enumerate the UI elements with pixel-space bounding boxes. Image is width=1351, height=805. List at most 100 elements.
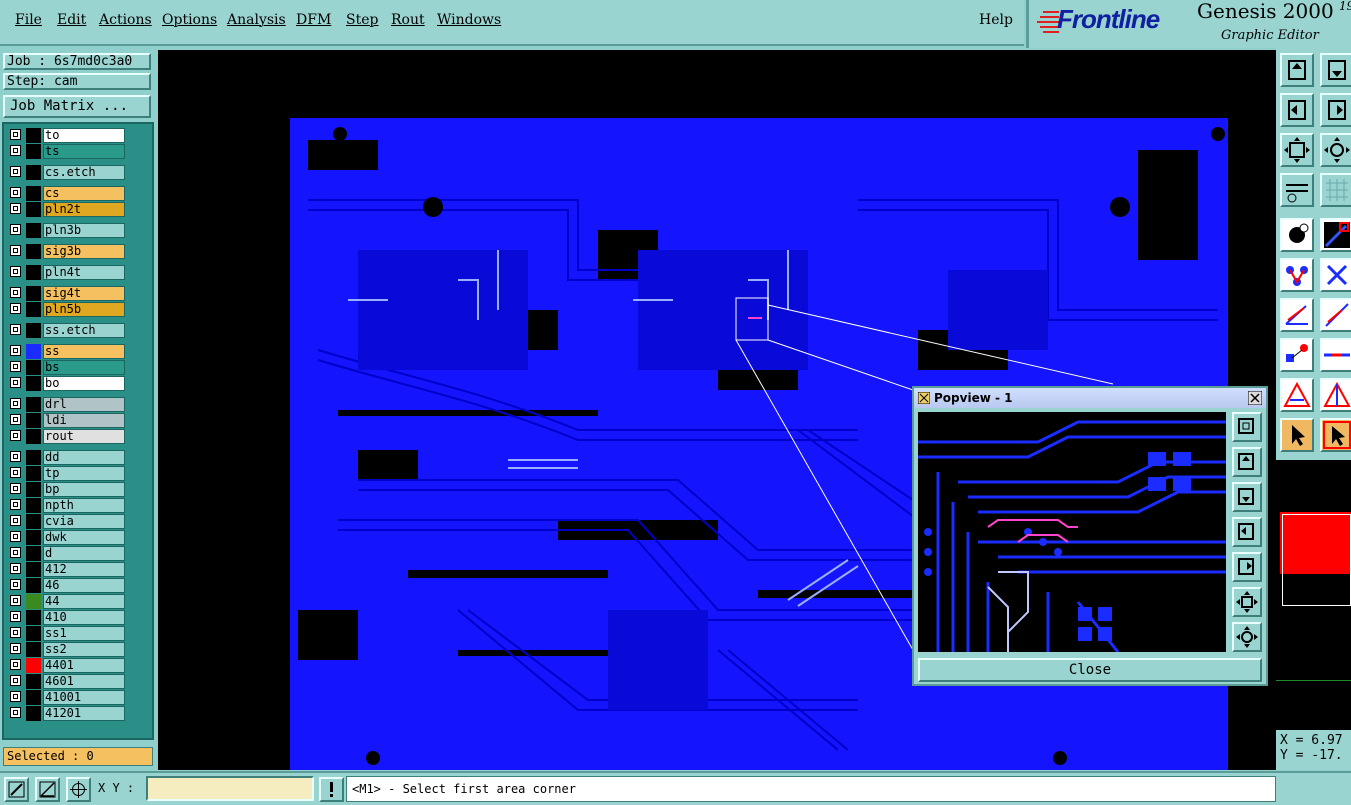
layer-name[interactable]: ss2 (43, 642, 125, 657)
popview-up-button[interactable] (1232, 447, 1262, 477)
layer-checkbox[interactable] (10, 224, 21, 235)
grid-snap-button[interactable] (66, 777, 91, 802)
layer-name[interactable]: pln5b (43, 302, 125, 317)
zoom-up-button[interactable] (1280, 53, 1314, 87)
layer-checkbox[interactable] (10, 203, 21, 214)
measure-button[interactable] (1280, 173, 1314, 207)
popview-zoom-button[interactable] (1232, 412, 1262, 442)
layer-color-swatch[interactable] (26, 562, 41, 577)
layer-row[interactable]: 4401 (9, 658, 127, 673)
layer-name[interactable]: pln4t (43, 265, 125, 280)
layer-color-swatch[interactable] (26, 144, 41, 159)
layer-color-swatch[interactable] (26, 530, 41, 545)
layer-checkbox[interactable] (10, 166, 21, 177)
layer-row[interactable]: ss.etch (9, 323, 127, 338)
menu-analysis[interactable]: Analysis (227, 12, 286, 28)
menu-windows[interactable]: Windows (437, 12, 501, 28)
layer-name[interactable]: to (43, 128, 125, 143)
layer-name[interactable]: ss (43, 344, 125, 359)
layer-checkbox[interactable] (10, 579, 21, 590)
layer-checkbox[interactable] (10, 414, 21, 425)
popview-titlebar[interactable]: Popview - 1 (914, 388, 1266, 408)
layer-color-swatch[interactable] (26, 642, 41, 657)
layer-name[interactable]: ss1 (43, 626, 125, 641)
layer-row[interactable]: 41001 (9, 690, 127, 705)
layer-row[interactable]: 46 (9, 578, 127, 593)
overview-map[interactable] (1276, 460, 1351, 730)
menu-options[interactable]: Options (162, 12, 217, 28)
layer-row[interactable]: ss2 (9, 642, 127, 657)
layer-color-swatch[interactable] (26, 498, 41, 513)
layer-color-swatch[interactable] (26, 690, 41, 705)
layer-checkbox[interactable] (10, 547, 21, 558)
layer-row[interactable]: pln5b (9, 302, 127, 317)
layer-checkbox[interactable] (10, 483, 21, 494)
zoom-fit-button[interactable] (1280, 133, 1314, 167)
layer-checkbox[interactable] (10, 499, 21, 510)
layer-color-swatch[interactable] (26, 223, 41, 238)
layer-color-swatch[interactable] (26, 323, 41, 338)
triangle-tool-button[interactable] (1280, 378, 1314, 412)
layer-color-swatch[interactable] (26, 302, 41, 317)
layer-checkbox[interactable] (10, 515, 21, 526)
menu-file[interactable]: File (15, 12, 42, 28)
layer-color-swatch[interactable] (26, 413, 41, 428)
layer-name[interactable]: 41001 (43, 690, 125, 705)
menu-rout[interactable]: Rout (391, 12, 425, 28)
layer-row[interactable]: ss (9, 344, 127, 359)
popview-right-button[interactable] (1232, 552, 1262, 582)
layer-name[interactable]: 44 (43, 594, 125, 609)
layer-color-swatch[interactable] (26, 244, 41, 259)
layer-row[interactable]: pln2t (9, 202, 127, 217)
layer-row[interactable]: cs (9, 186, 127, 201)
layer-row[interactable]: drl (9, 397, 127, 412)
layer-name[interactable]: rout (43, 429, 125, 444)
job-matrix-button[interactable]: Job Matrix ... (3, 95, 151, 118)
layer-name[interactable]: sig3b (43, 244, 125, 259)
pad-tool-button[interactable] (1280, 218, 1314, 252)
select-pointer-button[interactable] (1280, 418, 1314, 452)
layer-row[interactable]: npth (9, 498, 127, 513)
layer-checkbox[interactable] (10, 691, 21, 702)
menu-edit[interactable]: Edit (57, 12, 86, 28)
layer-checkbox[interactable] (10, 707, 21, 718)
menu-step[interactable]: Step (346, 12, 378, 28)
layer-color-swatch[interactable] (26, 265, 41, 280)
layer-name[interactable]: 410 (43, 610, 125, 625)
layer-row[interactable]: cs.etch (9, 165, 127, 180)
layer-name[interactable]: 46 (43, 578, 125, 593)
layer-row[interactable]: bs (9, 360, 127, 375)
layer-row[interactable]: dd (9, 450, 127, 465)
layer-name[interactable]: ts (43, 144, 125, 159)
layer-name[interactable]: dwk (43, 530, 125, 545)
layer-name[interactable]: cs (43, 186, 125, 201)
layer-row[interactable]: to (9, 128, 127, 143)
layer-name[interactable]: pln3b (43, 223, 125, 238)
layer-checkbox[interactable] (10, 361, 21, 372)
angle-snap-button[interactable] (35, 777, 60, 802)
pan-left-button[interactable] (1280, 93, 1314, 127)
layer-color-swatch[interactable] (26, 376, 41, 391)
menu-dfm[interactable]: DFM (296, 12, 331, 28)
layer-checkbox[interactable] (10, 129, 21, 140)
layer-name[interactable]: 412 (43, 562, 125, 577)
window-menu-icon[interactable] (918, 392, 930, 404)
layer-row[interactable]: 4601 (9, 674, 127, 689)
layer-color-swatch[interactable] (26, 450, 41, 465)
layer-checkbox[interactable] (10, 531, 21, 542)
layer-name[interactable]: bp (43, 482, 125, 497)
zoom-down-button[interactable] (1320, 53, 1351, 87)
layer-row[interactable]: 41201 (9, 706, 127, 721)
layer-name[interactable]: tp (43, 466, 125, 481)
layer-row[interactable]: bo (9, 376, 127, 391)
layer-checkbox[interactable] (10, 430, 21, 441)
layer-row[interactable]: sig4t (9, 286, 127, 301)
layer-color-swatch[interactable] (26, 165, 41, 180)
layer-name[interactable]: bo (43, 376, 125, 391)
layer-color-swatch[interactable] (26, 482, 41, 497)
angle-tool-button[interactable] (1280, 298, 1314, 332)
layer-color-swatch[interactable] (26, 286, 41, 301)
layer-name[interactable]: pln2t (43, 202, 125, 217)
layer-color-swatch[interactable] (26, 658, 41, 673)
layer-checkbox[interactable] (10, 245, 21, 256)
